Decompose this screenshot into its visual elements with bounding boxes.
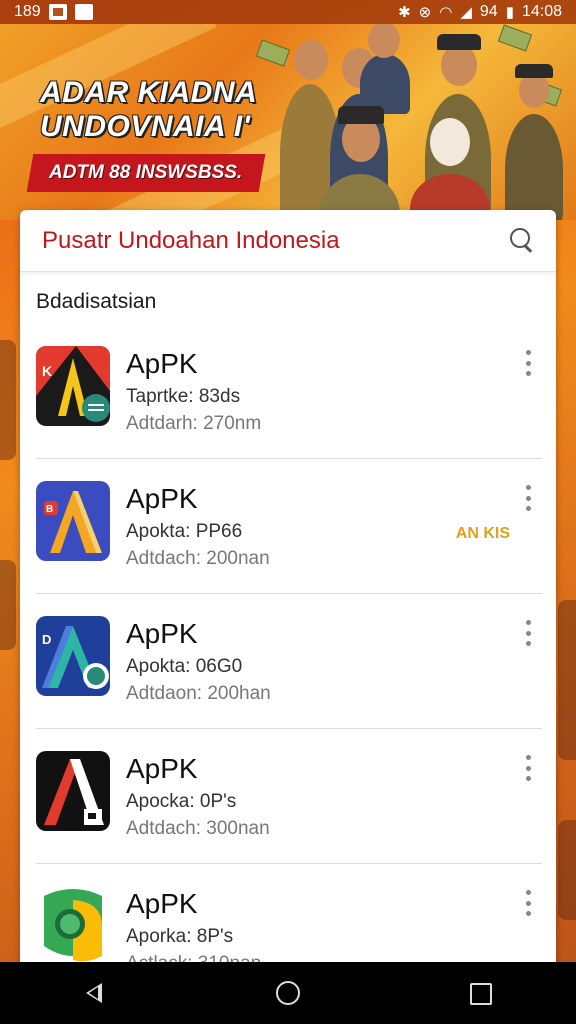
app-detail: Apokta: 06G0 — [126, 656, 243, 677]
app-notification-icon — [74, 4, 93, 20]
app-meta: Adtdach: 200nan — [126, 548, 270, 569]
background-decoration — [558, 820, 576, 920]
app-meta: Adtdach: 300nan — [126, 818, 270, 839]
apk-app-icon: B — [36, 481, 110, 561]
list-item[interactable]: ApPK Aporka: 8P's Actlack: 310nan — [36, 864, 542, 970]
banner-people-illustration — [250, 24, 576, 220]
banner-strip: ADTM 88 INSWSBSS. — [26, 154, 266, 192]
background-decoration — [558, 600, 576, 760]
app-name: ApPK — [126, 618, 198, 649]
app-detail: Apokta: PP66 — [126, 521, 243, 542]
background-decoration — [0, 340, 16, 460]
battery-icon: ▮ — [505, 4, 514, 21]
banner-title-line2: UNDOVNAIA I' — [40, 110, 251, 143]
section-heading: Bdadisatsian — [36, 290, 157, 313]
app-list-card: Pusatr Undoahan Indonesia Bdadisatsian K… — [20, 210, 556, 970]
app-name: ApPK — [126, 483, 198, 514]
money-icon — [255, 39, 291, 67]
status-bar: 189 ✱ ⊗ ◠ ◢ 94 ▮ 14:08 — [0, 0, 576, 24]
status-left: 189 — [14, 3, 93, 21]
person-figure — [360, 24, 410, 114]
battery-level: 94 — [479, 3, 498, 20]
search-title: Pusatr Undoahan Indonesia — [42, 226, 340, 254]
banner-title-line1: ADAR KIADNA — [40, 76, 258, 109]
wifi-icon: ◠ — [439, 4, 453, 21]
status-notification-count: 189 — [14, 3, 41, 20]
svg-text:B: B — [46, 504, 53, 515]
banner-title: ADAR KIADNA UNDOVNAIA I' — [40, 76, 257, 144]
recent-apps-icon[interactable] — [460, 973, 500, 1013]
svg-text:K: K — [42, 363, 52, 379]
app-name: ApPK — [126, 348, 198, 379]
notification-icon — [48, 4, 67, 20]
status-right: ✱ ⊗ ◠ ◢ 94 ▮ 14:08 — [398, 3, 562, 21]
bluetooth-icon: ✱ — [398, 4, 411, 21]
more-options-icon[interactable] — [520, 755, 536, 781]
home-icon[interactable] — [268, 973, 308, 1013]
list-item[interactable]: D ApPK Apokta: 06G0 Adtdaon: 200han — [36, 594, 542, 729]
apk-app-icon: D — [36, 616, 110, 696]
apk-app-icon — [36, 751, 110, 831]
banner-strip-text: ADTM 88 INSWSBSS. — [49, 162, 243, 183]
app-badge: AN KIS — [455, 525, 510, 542]
app-detail: Taprtke: 83ds — [126, 386, 241, 407]
background-decoration — [0, 560, 16, 650]
list-item[interactable]: B ApPK Apokta: PP66 Adtdach: 200nan AN K… — [36, 459, 542, 594]
app-name: ApPK — [126, 753, 198, 784]
list-item[interactable]: K ApPK Taprtke: 83ds Adtdarh: 270nm — [36, 324, 542, 459]
apk-app-icon: K — [36, 346, 110, 426]
signal-icon: ◢ — [460, 4, 472, 21]
search-icon[interactable] — [508, 227, 536, 255]
person-figure — [505, 64, 563, 220]
app-list: K ApPK Taprtke: 83ds Adtdarh: 270nm B Ap… — [20, 324, 556, 970]
back-icon[interactable] — [76, 973, 116, 1013]
more-options-icon[interactable] — [520, 485, 536, 511]
alarm-icon: ⊗ — [418, 4, 432, 21]
more-options-icon[interactable] — [520, 350, 536, 376]
navigation-bar — [0, 962, 576, 1024]
app-detail: Apocka: 0P's — [126, 791, 237, 812]
app-meta: Adtdarh: 270nm — [126, 413, 262, 434]
more-options-icon[interactable] — [520, 620, 536, 646]
money-icon — [497, 24, 533, 52]
app-detail: Aporka: 8P's — [126, 926, 234, 947]
search-bar[interactable]: Pusatr Undoahan Indonesia — [20, 210, 556, 272]
more-options-icon[interactable] — [520, 890, 536, 916]
status-clock: 14:08 — [521, 3, 562, 20]
app-meta: Adtdaon: 200han — [126, 683, 271, 704]
promo-banner[interactable]: ADAR KIADNA UNDOVNAIA I' ADTM 88 INSWSBS… — [0, 24, 576, 220]
svg-text:D: D — [42, 632, 51, 647]
apk-app-icon — [36, 886, 110, 966]
app-name: ApPK — [126, 888, 198, 919]
list-item[interactable]: ApPK Apocka: 0P's Adtdach: 300nan — [36, 729, 542, 864]
